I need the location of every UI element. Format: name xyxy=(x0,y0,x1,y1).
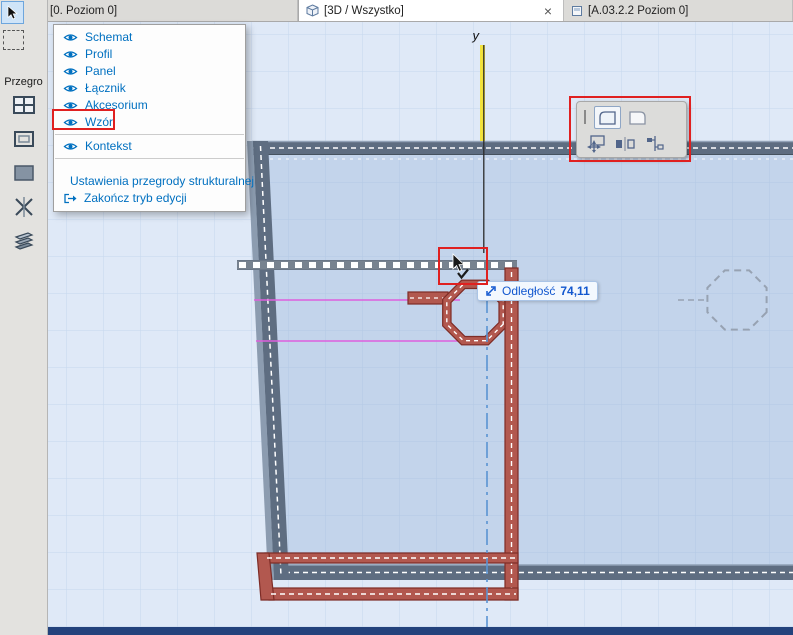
menu-item-wzor[interactable]: Wzór xyxy=(54,114,245,131)
menu-item-lacznik[interactable]: Łącznik xyxy=(54,80,245,97)
tab-bar: [0. Poziom 0] [3D / Wszystko] × [A.03.2.… xyxy=(26,0,793,22)
panel-corner-alt-icon xyxy=(629,110,646,125)
marquee-tool-button[interactable] xyxy=(3,30,24,50)
diagonal-arrows-icon xyxy=(486,286,496,296)
menu-separator xyxy=(55,158,244,159)
tab-floor-plan[interactable]: [0. Poziom 0] xyxy=(26,0,298,21)
exit-edit-mode-icon xyxy=(64,193,77,204)
distribute-button[interactable] xyxy=(611,132,638,155)
tab-label: [0. Poziom 0] xyxy=(50,4,118,17)
toolbox-sidebar: Przegro xyxy=(0,0,48,635)
menu-item-label: Schemat xyxy=(85,30,133,44)
menu-item-ustawienia-przegrody[interactable]: Ustawienia przegrody strukturalnej xyxy=(54,173,254,190)
menu-item-label: Ustawienia przegrody strukturalnej xyxy=(70,174,255,188)
palette-drag-handle[interactable] xyxy=(584,110,586,124)
move-pattern-button[interactable] xyxy=(581,132,608,155)
accessory-tool-button[interactable] xyxy=(7,228,41,254)
application-window: y [0. Poziom 0] [3D / Wszystko] × [A.03.… xyxy=(0,0,793,635)
frame-profile-icon xyxy=(14,131,34,147)
eye-icon xyxy=(63,85,78,92)
panel-shape-button[interactable] xyxy=(594,105,621,129)
junction-icon xyxy=(15,197,33,217)
eye-icon xyxy=(63,119,78,126)
menu-item-profil[interactable]: Profil xyxy=(54,46,245,63)
menu-item-label: Panel xyxy=(85,64,116,78)
menu-item-panel[interactable]: Panel xyxy=(54,63,245,80)
tab-3d-all[interactable]: [3D / Wszystko] × xyxy=(298,0,564,21)
curtain-frame-top[interactable] xyxy=(252,140,793,155)
menu-item-label: Zakończ tryb edycji xyxy=(84,191,187,205)
junction-tool-button[interactable] xyxy=(7,194,41,220)
menu-item-label: Łącznik xyxy=(85,81,126,95)
menu-item-zakoncz-tryb-edycji[interactable]: Zakończ tryb edycji xyxy=(54,190,245,207)
curtain-wall-face[interactable] xyxy=(254,155,793,565)
panel-corner-icon xyxy=(599,110,616,125)
layout-icon xyxy=(572,5,582,16)
menu-item-label: Profil xyxy=(85,47,113,61)
menu-item-label: Akcesorium xyxy=(85,98,148,112)
eye-icon xyxy=(63,68,78,75)
toolbox-section-label: Przegro xyxy=(4,76,43,88)
ghost-frame-member xyxy=(237,260,517,270)
edit-mode-context-menu: Schemat Profil Panel Łącznik Akcesorium … xyxy=(53,24,254,212)
mirror-icon xyxy=(646,135,664,151)
bottom-status-strip xyxy=(48,627,793,635)
pet-palette-row-top xyxy=(581,104,682,130)
menu-item-label: Kontekst xyxy=(85,139,132,153)
eye-icon xyxy=(63,34,78,41)
accessory-layers-icon xyxy=(14,232,34,250)
panel-icon xyxy=(14,165,34,181)
menu-item-akcesorium[interactable]: Akcesorium xyxy=(54,97,245,114)
menu-separator xyxy=(55,134,244,135)
move-pattern-icon xyxy=(586,134,605,153)
distribute-icon xyxy=(615,136,635,151)
distance-tracker: Odległość 74,11 xyxy=(477,281,598,301)
eye-icon xyxy=(63,143,78,150)
menu-item-kontekst[interactable]: Kontekst xyxy=(54,138,245,155)
eye-icon xyxy=(63,51,78,58)
pet-palette xyxy=(576,101,687,158)
tracker-value: 74,11 xyxy=(560,284,590,298)
mirror-button[interactable] xyxy=(641,132,668,155)
tracker-label: Odległość xyxy=(502,284,556,298)
tab-close-icon[interactable]: × xyxy=(540,3,556,19)
arrow-cursor-icon xyxy=(7,5,18,20)
menu-item-schemat[interactable]: Schemat xyxy=(54,29,245,46)
curtain-frame-bottom[interactable] xyxy=(281,564,793,580)
tab-label: [A.03.2.2 Poziom 0] xyxy=(588,4,689,17)
select-tool-button[interactable] xyxy=(1,1,24,24)
tab-layout[interactable]: [A.03.2.2 Poziom 0] xyxy=(564,0,793,21)
menu-item-label: Wzór xyxy=(85,115,113,129)
scheme-tool-button[interactable] xyxy=(7,92,41,118)
scheme-grid-icon xyxy=(13,96,35,114)
menu-spacer xyxy=(54,162,245,173)
tab-label: [3D / Wszystko] xyxy=(324,4,404,17)
panel-tool-button[interactable] xyxy=(7,160,41,186)
three-d-icon xyxy=(306,4,319,17)
panel-shape-alt-button[interactable] xyxy=(624,106,651,129)
toolbox-tools xyxy=(0,92,48,254)
pet-palette-row-bottom xyxy=(581,130,682,156)
eye-icon xyxy=(63,102,78,109)
frame-tool-button[interactable] xyxy=(7,126,41,152)
